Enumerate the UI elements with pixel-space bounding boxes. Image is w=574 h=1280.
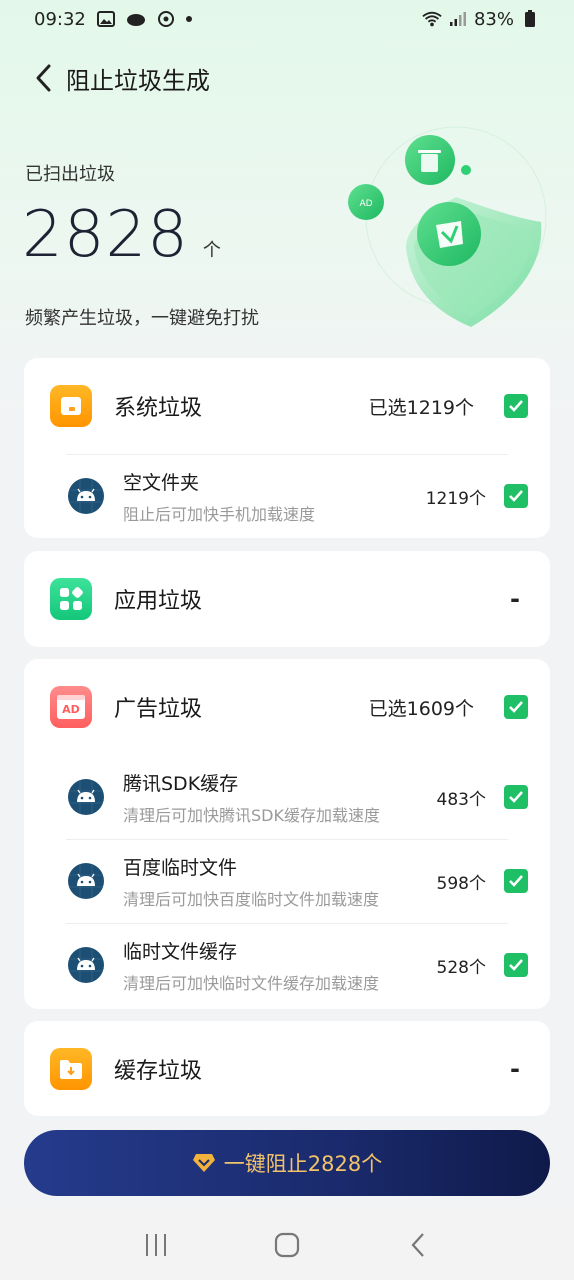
- app-junk-card: 应用垃圾 -: [24, 551, 550, 647]
- divider: [66, 454, 508, 455]
- status-time: 09:32: [34, 8, 86, 30]
- item-description: 清理后可加快百度临时文件加载速度: [123, 889, 380, 909]
- notification-dot: [185, 16, 192, 22]
- item-count: 483个: [436, 789, 486, 810]
- android-icon: [68, 863, 104, 899]
- item-title: 腾讯SDK缓存: [123, 772, 239, 795]
- android-icon: [68, 947, 104, 983]
- system-junk-checkbox[interactable]: [504, 394, 528, 418]
- ad-junk-row[interactable]: AD 广告垃圾 已选1609个: [24, 659, 550, 755]
- list-item[interactable]: 空文件夹 阻止后可加快手机加载速度 1219个: [24, 454, 550, 538]
- android-icon: [68, 478, 104, 514]
- hero-description: 频繁产生垃圾，一键避免打扰: [25, 308, 259, 329]
- system-nav-bar: [0, 1210, 574, 1280]
- item-description: 清理后可加快腾讯SDK缓存加载速度: [123, 805, 380, 825]
- list-item[interactable]: 临时文件缓存 清理后可加快临时文件缓存加载速度 528个: [24, 923, 550, 1007]
- scanned-count-unit: 个: [202, 240, 221, 261]
- system-junk-icon: [50, 385, 92, 427]
- divider: [66, 839, 508, 840]
- nav-home-button[interactable]: [262, 1220, 312, 1270]
- list-item[interactable]: 腾讯SDK缓存 清理后可加快腾讯SDK缓存加载速度 483个: [24, 755, 550, 839]
- trash-icon: [405, 135, 455, 185]
- header: 阻止垃圾生成: [24, 56, 210, 100]
- item-count: 598个: [436, 873, 486, 894]
- gallery-icon: [96, 9, 116, 29]
- list-item[interactable]: 百度临时文件 清理后可加快百度临时文件加载速度 598个: [24, 839, 550, 923]
- svg-text:AD: AD: [359, 199, 372, 209]
- item-title: 临时文件缓存: [123, 940, 238, 963]
- system-junk-selected: 已选1219个: [368, 396, 474, 419]
- nav-back-button[interactable]: [393, 1220, 443, 1270]
- item-title: 百度临时文件: [123, 856, 238, 879]
- ad-junk-title: 广告垃圾: [114, 697, 203, 722]
- ad-icon-text: AD: [62, 702, 80, 716]
- ad-junk-checkbox[interactable]: [504, 695, 528, 719]
- battery-icon: [520, 9, 540, 29]
- nav-recents-icon: [145, 1234, 166, 1256]
- system-junk-card: 系统垃圾 已选1219个 空文件夹 阻止后可加快手机加载速度 1219个: [24, 358, 550, 538]
- item-checkbox[interactable]: [504, 484, 528, 508]
- scanned-count-number: 2828: [22, 198, 189, 272]
- item-description: 清理后可加快临时文件缓存加载速度: [123, 973, 380, 993]
- block-all-label: 一键阻止2828个: [223, 1152, 383, 1176]
- scanned-count: 2828 个: [22, 198, 221, 272]
- item-description: 阻止后可加快手机加载速度: [123, 504, 316, 524]
- android-icon: [68, 779, 104, 815]
- cache-junk-status: -: [510, 1054, 520, 1083]
- item-checkbox[interactable]: [504, 869, 528, 893]
- page-title: 阻止垃圾生成: [66, 66, 210, 95]
- ad-junk-card: AD 广告垃圾 已选1609个 腾讯SDK缓存 清理后可加快腾讯SDK缓存加载速…: [24, 659, 550, 1009]
- ad-icon: AD: [50, 686, 92, 728]
- item-checkbox[interactable]: [504, 785, 528, 809]
- refresh-icon: [156, 9, 176, 29]
- back-icon: [36, 64, 51, 92]
- item-checkbox[interactable]: [504, 953, 528, 977]
- ad-junk-selected: 已选1609个: [368, 697, 474, 720]
- system-junk-row[interactable]: 系统垃圾 已选1219个: [24, 358, 550, 454]
- app-junk-status: -: [510, 585, 520, 613]
- block-all-button[interactable]: 一键阻止2828个: [24, 1130, 550, 1196]
- back-button[interactable]: [24, 58, 64, 98]
- battery-level: 83%: [473, 8, 514, 30]
- item-title: 空文件夹: [123, 471, 200, 494]
- signal-icon: [448, 9, 468, 29]
- cloud-icon: [126, 9, 146, 29]
- item-count: 528个: [436, 957, 486, 978]
- cache-junk-title: 缓存垃圾: [114, 1058, 203, 1084]
- nav-recents-button[interactable]: [131, 1220, 181, 1270]
- item-count: 1219个: [425, 488, 486, 509]
- scanned-label: 已扫出垃圾: [25, 164, 115, 185]
- nav-back-icon: [411, 1233, 425, 1257]
- apps-icon: [50, 578, 92, 620]
- nav-home-icon: [274, 1232, 300, 1258]
- wifi-icon: [422, 9, 442, 29]
- system-junk-title: 系统垃圾: [114, 396, 203, 421]
- shield-illustration: AD: [336, 122, 556, 332]
- divider: [66, 923, 508, 924]
- app-junk-title: 应用垃圾: [114, 589, 203, 614]
- app-junk-row[interactable]: 应用垃圾 -: [24, 551, 550, 647]
- cache-junk-card: 缓存垃圾 -: [24, 1021, 550, 1116]
- folder-download-icon: [50, 1047, 92, 1090]
- status-bar: 09:32 83%: [0, 0, 574, 38]
- cache-junk-row[interactable]: 缓存垃圾 -: [24, 1021, 550, 1116]
- premium-diamond-icon: [192, 1154, 215, 1172]
